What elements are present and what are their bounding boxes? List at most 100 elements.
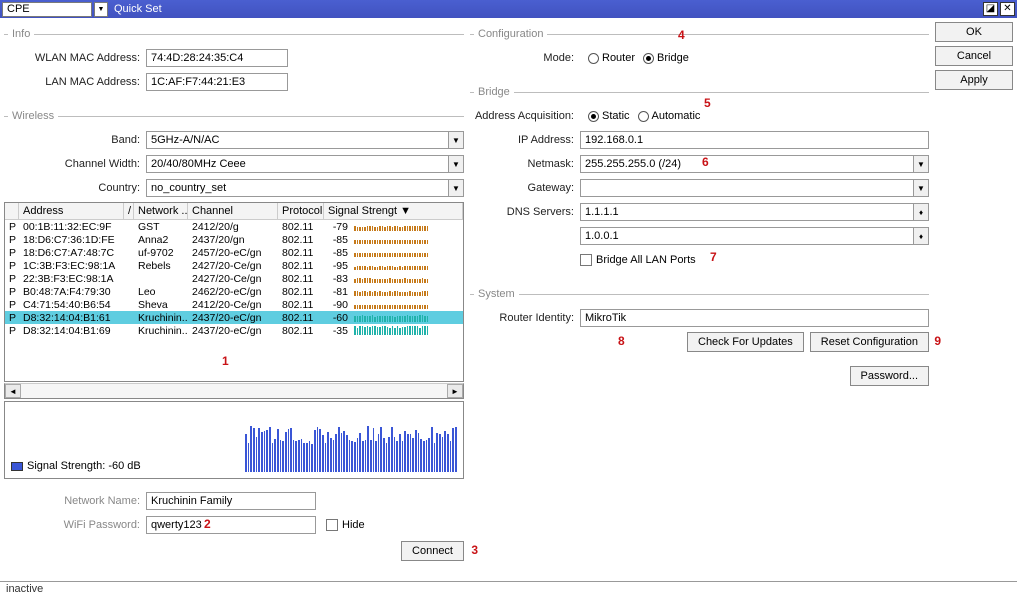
table-row[interactable]: PD8:32:14:04:B1:61Kruchinin...2437/20-eC… xyxy=(5,311,463,324)
automatic-radio[interactable] xyxy=(638,111,649,122)
connect-button[interactable]: Connect xyxy=(401,541,464,561)
identity-field[interactable] xyxy=(580,309,929,327)
lan-mac-label: LAN MAC Address: xyxy=(4,76,146,88)
col-network[interactable]: Network ... xyxy=(134,203,188,219)
reset-config-button[interactable]: Reset Configuration xyxy=(810,332,929,352)
annotation-9: 9 xyxy=(934,334,941,348)
mode-dropdown[interactable]: CPE xyxy=(2,2,92,17)
wifi-pass-field[interactable] xyxy=(146,516,316,534)
col-protocol[interactable]: Protocol xyxy=(278,203,324,219)
band-dropdown-icon[interactable]: ▼ xyxy=(448,131,464,149)
table-row[interactable]: PD8:32:14:04:B1:69Kruchinin...2437/20-eC… xyxy=(5,324,463,337)
netmask-dropdown-icon[interactable]: ▼ xyxy=(913,155,929,173)
table-hscroll[interactable]: ◄ ► xyxy=(4,383,464,399)
ip-field[interactable] xyxy=(580,131,929,149)
scroll-left-icon[interactable]: ◄ xyxy=(5,384,21,398)
table-row[interactable]: PB0:48:7A:F4:79:30Leo2462/20-eC/gn802.11… xyxy=(5,285,463,298)
scan-table[interactable]: Address / Network ... Channel Protocol S… xyxy=(4,202,464,382)
window-title: Quick Set xyxy=(114,3,981,15)
col-indicator[interactable] xyxy=(5,203,19,219)
popout-icon[interactable]: ◪ xyxy=(983,2,998,16)
annotation-2: 2 xyxy=(204,517,211,531)
static-radio[interactable] xyxy=(588,111,599,122)
password-button[interactable]: Password... xyxy=(850,366,929,386)
dns-label: DNS Servers: xyxy=(470,206,580,218)
scroll-right-icon[interactable]: ► xyxy=(447,384,463,398)
static-radio-label: Static xyxy=(602,110,630,122)
info-legend: Info xyxy=(8,28,34,40)
annotation-3: 3 xyxy=(471,543,478,557)
automatic-radio-label: Automatic xyxy=(652,110,701,122)
col-channel[interactable]: Channel xyxy=(188,203,278,219)
chwidth-label: Channel Width: xyxy=(4,158,146,170)
netmask-field[interactable] xyxy=(580,155,914,173)
identity-label: Router Identity: xyxy=(470,312,580,324)
annotation-1: 1 xyxy=(222,354,229,368)
mode-label: Mode: xyxy=(470,52,580,64)
graph-legend-text: Signal Strength: -60 dB xyxy=(27,460,141,472)
status-bar: inactive xyxy=(0,581,1017,597)
wlan-mac-label: WLAN MAC Address: xyxy=(4,52,146,64)
titlebar: CPE ▼ Quick Set ◪ ✕ xyxy=(0,0,1017,18)
dns2-updown-icon[interactable]: ♦ xyxy=(913,227,929,245)
dns2-field[interactable] xyxy=(580,227,914,245)
addr-acq-label: Address Acquisition: xyxy=(470,110,580,122)
col-address[interactable]: Address xyxy=(19,203,124,219)
bridge-section: Bridge Address Acquisition: Static Autom… xyxy=(470,86,929,274)
dns1-updown-icon[interactable]: ♦ xyxy=(913,203,929,221)
config-section: Configuration Mode: Router Bridge 4 xyxy=(470,28,929,72)
chwidth-field[interactable] xyxy=(146,155,449,173)
check-updates-button[interactable]: Check For Updates xyxy=(687,332,804,352)
dropdown-arrow-icon[interactable]: ▼ xyxy=(94,2,108,17)
wlan-mac-field[interactable] xyxy=(146,49,288,67)
legend-swatch xyxy=(11,462,23,471)
annotation-6: 6 xyxy=(702,155,709,169)
country-field[interactable] xyxy=(146,179,449,197)
bridge-legend: Bridge xyxy=(474,86,514,98)
table-row[interactable]: P1C:3B:F3:EC:98:1ARebels2427/20-Ce/gn802… xyxy=(5,259,463,272)
wifi-pass-label: WiFi Password: xyxy=(4,519,146,531)
band-field[interactable] xyxy=(146,131,449,149)
hide-label: Hide xyxy=(342,519,365,531)
cancel-button[interactable]: Cancel xyxy=(935,46,1013,66)
country-label: Country: xyxy=(4,182,146,194)
ip-label: IP Address: xyxy=(470,134,580,146)
info-section: Info WLAN MAC Address: LAN MAC Address: xyxy=(4,28,464,96)
ok-button[interactable]: OK xyxy=(935,22,1013,42)
chwidth-dropdown-icon[interactable]: ▼ xyxy=(448,155,464,173)
router-radio-label: Router xyxy=(602,52,635,64)
annotation-8: 8 xyxy=(618,334,625,348)
router-radio[interactable] xyxy=(588,53,599,64)
country-dropdown-icon[interactable]: ▼ xyxy=(448,179,464,197)
config-legend: Configuration xyxy=(474,28,547,40)
bridge-radio[interactable] xyxy=(643,53,654,64)
apply-button[interactable]: Apply xyxy=(935,70,1013,90)
bridge-all-label: Bridge All LAN Ports xyxy=(596,254,696,266)
table-row[interactable]: P00:1B:11:32:EC:9FGST2412/20/g802.11-79 xyxy=(5,220,463,233)
system-legend: System xyxy=(474,288,519,300)
gateway-field[interactable] xyxy=(580,179,914,197)
wireless-section: Wireless Band: ▼ Channel Width: ▼ Countr… xyxy=(4,110,464,573)
table-row[interactable]: PC4:71:54:40:B6:54Sheva2412/20-Ce/gn802.… xyxy=(5,298,463,311)
col-signal[interactable]: Signal Strengt ▼ xyxy=(324,203,463,219)
lan-mac-field[interactable] xyxy=(146,73,288,91)
bridge-all-checkbox[interactable] xyxy=(580,254,592,266)
annotation-7: 7 xyxy=(710,250,717,264)
close-icon[interactable]: ✕ xyxy=(1000,2,1015,16)
netmask-label: Netmask: xyxy=(470,158,580,170)
hide-checkbox[interactable] xyxy=(326,519,338,531)
system-section: System Router Identity: 8 Check For Upda… xyxy=(470,288,929,386)
gateway-dropdown-icon[interactable]: ▼ xyxy=(913,179,929,197)
table-row[interactable]: P18:D6:C7:36:1D:FEAnna22437/20/gn802.11-… xyxy=(5,233,463,246)
annotation-5: 5 xyxy=(704,96,711,110)
network-name-field[interactable] xyxy=(146,492,316,510)
band-label: Band: xyxy=(4,134,146,146)
table-row[interactable]: P22:3B:F3:EC:98:1A2427/20-Ce/gn802.11-83 xyxy=(5,272,463,285)
wireless-legend: Wireless xyxy=(8,110,58,122)
col-sort-icon[interactable]: / xyxy=(124,203,134,219)
annotation-4: 4 xyxy=(678,28,685,42)
dns1-field[interactable] xyxy=(580,203,914,221)
network-name-label: Network Name: xyxy=(4,495,146,507)
bridge-radio-label: Bridge xyxy=(657,52,689,64)
table-row[interactable]: P18:D6:C7:A7:48:7Cuf-97022457/20-eC/gn80… xyxy=(5,246,463,259)
